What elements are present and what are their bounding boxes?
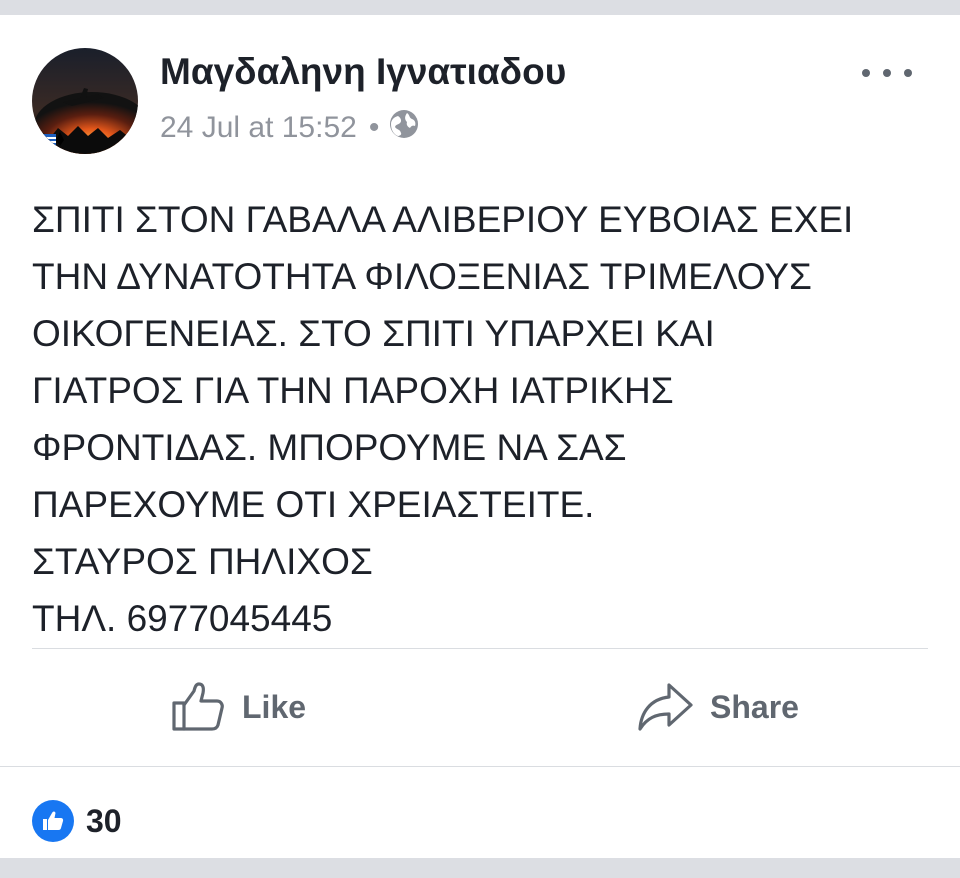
like-reaction-icon	[32, 800, 74, 842]
post-text-line: ΤΗΝ ΔΥΝΑΤΟΤΗΤΑ ΦΙΛΟΞΕΝΙΑΣ ΤΡΙΜΕΛΟΥΣ	[32, 256, 812, 297]
post-author-name[interactable]: Μαγδαληνη Ιγνατιαδου	[160, 51, 566, 93]
post-text-line: ΠΑΡΕΧΟΥΜΕ ΟΤΙ ΧΡΕΙΑΣΤΕΙΤΕ.	[32, 484, 595, 525]
divider	[32, 648, 928, 649]
post-text-line: ΤΗΛ. 6977045445	[32, 598, 333, 639]
globe-icon	[389, 109, 419, 147]
post-timestamp[interactable]: 24 Jul at 15:52	[160, 111, 357, 145]
share-label: Share	[710, 688, 799, 725]
divider	[0, 766, 960, 767]
post-body: ΣΠΙΤΙ ΣΤΟΝ ΓΑΒΑΛΑ ΑΛΙΒΕΡΙΟΥ ΕΥΒΟΙΑΣ ΕΧΕΙ…	[32, 191, 932, 647]
share-arrow-icon	[636, 681, 694, 733]
avatar-image	[32, 48, 138, 154]
post-meta: 24 Jul at 15:52 •	[160, 110, 419, 146]
post-card: Μαγδαληνη Ιγνατιαδου 24 Jul at 15:52 • Σ…	[0, 15, 960, 858]
like-button[interactable]: Like	[170, 675, 306, 739]
like-label: Like	[242, 688, 307, 725]
more-options-icon[interactable]	[862, 61, 912, 85]
post-text-line: ΣΤΑΥΡΟΣ ΠΗΛΙΧΟΣ	[32, 541, 373, 582]
post-text-line: ΓΙΑΤΡΟΣ ΓΙΑ ΤΗΝ ΠΑΡΟΧΗ ΙΑΤΡΙΚΗΣ	[32, 370, 674, 411]
reactions-summary[interactable]: 30	[32, 800, 122, 842]
post-text-line: ΟΙΚΟΓΕΝΕΙΑΣ. ΣΤΟ ΣΠΙΤΙ ΥΠΑΡΧΕΙ ΚΑΙ	[32, 313, 715, 354]
thumbs-up-icon	[170, 681, 226, 733]
share-button[interactable]: Share	[636, 675, 799, 739]
avatar[interactable]	[32, 48, 138, 154]
post-text-line: ΦΡΟΝΤΙΔΑΣ. ΜΠΟΡΟΥΜΕ ΝΑ ΣΑΣ	[32, 427, 627, 468]
post-text-line: ΣΠΙΤΙ ΣΤΟΝ ΓΑΒΑΛΑ ΑΛΙΒΕΡΙΟΥ ΕΥΒΟΙΑΣ ΕΧΕΙ	[32, 199, 854, 240]
meta-separator: •	[368, 111, 380, 144]
reaction-count: 30	[86, 802, 122, 839]
